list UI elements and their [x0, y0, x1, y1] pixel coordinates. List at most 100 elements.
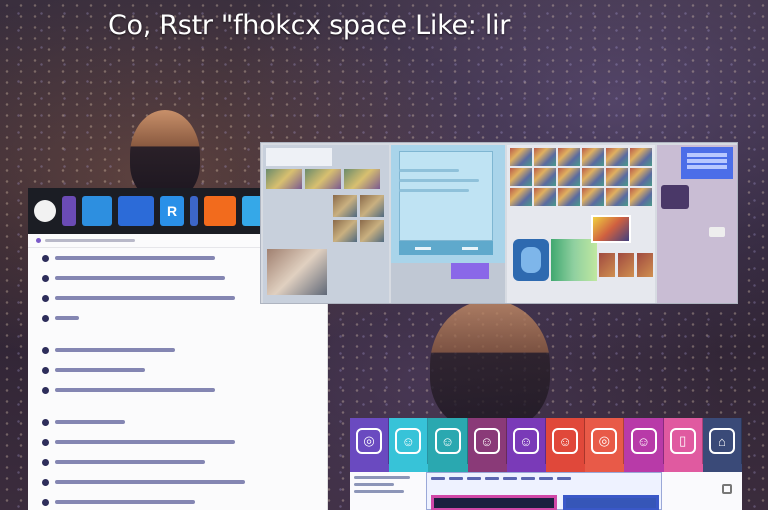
media-tile[interactable]: [630, 148, 652, 166]
item-icon: [42, 438, 49, 446]
media-tile[interactable]: [637, 253, 653, 277]
app-glyph-icon: ☺: [512, 428, 539, 454]
card-tab[interactable]: [467, 477, 481, 480]
app-icon-10[interactable]: ⌂: [702, 418, 743, 464]
media-tile[interactable]: [582, 148, 604, 166]
media-tile[interactable]: [558, 168, 580, 186]
app-logo-icon[interactable]: [513, 239, 549, 281]
text-line: [354, 490, 404, 493]
media-tile[interactable]: [510, 168, 532, 186]
orange-app-icon[interactable]: [204, 196, 236, 226]
card-tab[interactable]: [539, 477, 553, 480]
app-label-strip: [546, 464, 586, 472]
dialog-button[interactable]: [461, 246, 478, 250]
thumbnail[interactable]: [333, 220, 357, 242]
list-item[interactable]: [28, 412, 327, 432]
item-icon: [42, 274, 49, 282]
media-tile[interactable]: [510, 188, 532, 206]
thumbnail[interactable]: [360, 220, 384, 242]
app-icon-2[interactable]: ☺: [389, 418, 429, 464]
card-tab[interactable]: [431, 477, 445, 480]
media-tile[interactable]: [606, 148, 628, 166]
media-tile[interactable]: [630, 188, 652, 206]
stripe-app-icon[interactable]: [190, 196, 198, 226]
app-icon-7[interactable]: ◎: [585, 418, 625, 464]
media-tile[interactable]: [606, 188, 628, 206]
media-tile[interactable]: [582, 168, 604, 186]
blue-panel-button[interactable]: [563, 495, 659, 510]
app-icon-4[interactable]: ☺: [467, 418, 507, 464]
media-tile[interactable]: [582, 188, 604, 206]
purple-button[interactable]: [451, 263, 489, 279]
avatar[interactable]: [661, 185, 689, 209]
small-button[interactable]: [709, 227, 725, 237]
thumbnail[interactable]: [266, 169, 302, 189]
card-tab[interactable]: [485, 477, 499, 480]
media-tile[interactable]: [510, 148, 532, 166]
list-item[interactable]: [28, 308, 327, 328]
window-control-icon[interactable]: [722, 484, 732, 494]
lower-pane: [391, 263, 505, 303]
thumbnail[interactable]: [305, 169, 341, 189]
dialog-button[interactable]: [414, 246, 431, 250]
app-icon-3[interactable]: ☺: [428, 418, 468, 464]
list-item[interactable]: [28, 472, 327, 492]
pink-panel-button[interactable]: [431, 495, 557, 510]
round-app-icon[interactable]: [34, 200, 56, 222]
app-label-strip: [624, 464, 664, 472]
card-tab[interactable]: [557, 477, 571, 480]
blue-app-icon[interactable]: [118, 196, 154, 226]
media-tile[interactable]: [558, 148, 580, 166]
app-icon-8[interactable]: ☺: [624, 418, 664, 464]
media-tile[interactable]: [599, 253, 615, 277]
media-tile[interactable]: [618, 253, 634, 277]
app-icon-9[interactable]: ▯: [663, 418, 703, 464]
media-tile[interactable]: [551, 239, 597, 281]
list-item[interactable]: [28, 380, 327, 400]
app-glyph-icon: ☺: [395, 428, 422, 454]
media-collage-window: [260, 142, 738, 304]
item-icon: [42, 366, 49, 374]
media-tile[interactable]: [534, 168, 556, 186]
artwork-thumbnail[interactable]: [591, 215, 631, 243]
item-text: [55, 316, 79, 320]
purple-app-icon[interactable]: [62, 196, 76, 226]
media-tile[interactable]: [606, 168, 628, 186]
app-label-strip: [428, 464, 468, 472]
item-text: [55, 388, 215, 392]
app-icon-5[interactable]: ☺: [506, 418, 547, 464]
media-tile[interactable]: [534, 188, 556, 206]
app-label-strip: [350, 464, 390, 472]
list-item[interactable]: [28, 340, 327, 360]
text-line: [399, 169, 459, 172]
list-item[interactable]: [28, 360, 327, 380]
list-item[interactable]: [28, 452, 327, 472]
app-icon-1[interactable]: ◎: [350, 418, 390, 464]
app-icon-6[interactable]: ☺: [546, 418, 586, 464]
media-grid-pane: [507, 145, 655, 303]
photo-preview[interactable]: [267, 249, 327, 295]
launcher-card: [426, 472, 662, 510]
sky-app-icon[interactable]: [82, 196, 112, 226]
card-tab[interactable]: [521, 477, 535, 480]
item-icon: [42, 314, 49, 322]
item-icon: [42, 418, 49, 426]
thumbnail[interactable]: [333, 195, 357, 217]
app-glyph-icon: ☺: [630, 428, 657, 454]
item-text: [55, 256, 215, 260]
app-label-strip: [702, 464, 743, 472]
list-item[interactable]: [28, 492, 327, 510]
thumbnail[interactable]: [344, 169, 380, 189]
side-pane: [657, 145, 737, 303]
app-label-strip: [467, 464, 507, 472]
card-tab[interactable]: [449, 477, 463, 480]
logo-app-icon[interactable]: R: [160, 196, 184, 226]
app-glyph-icon: ☺: [473, 428, 500, 454]
thumbnail[interactable]: [360, 195, 384, 217]
card-tab[interactable]: [503, 477, 517, 480]
media-tile[interactable]: [558, 188, 580, 206]
media-tile[interactable]: [534, 148, 556, 166]
media-tile[interactable]: [630, 168, 652, 186]
list-item[interactable]: [28, 432, 327, 452]
app-label-strip: [389, 464, 429, 472]
